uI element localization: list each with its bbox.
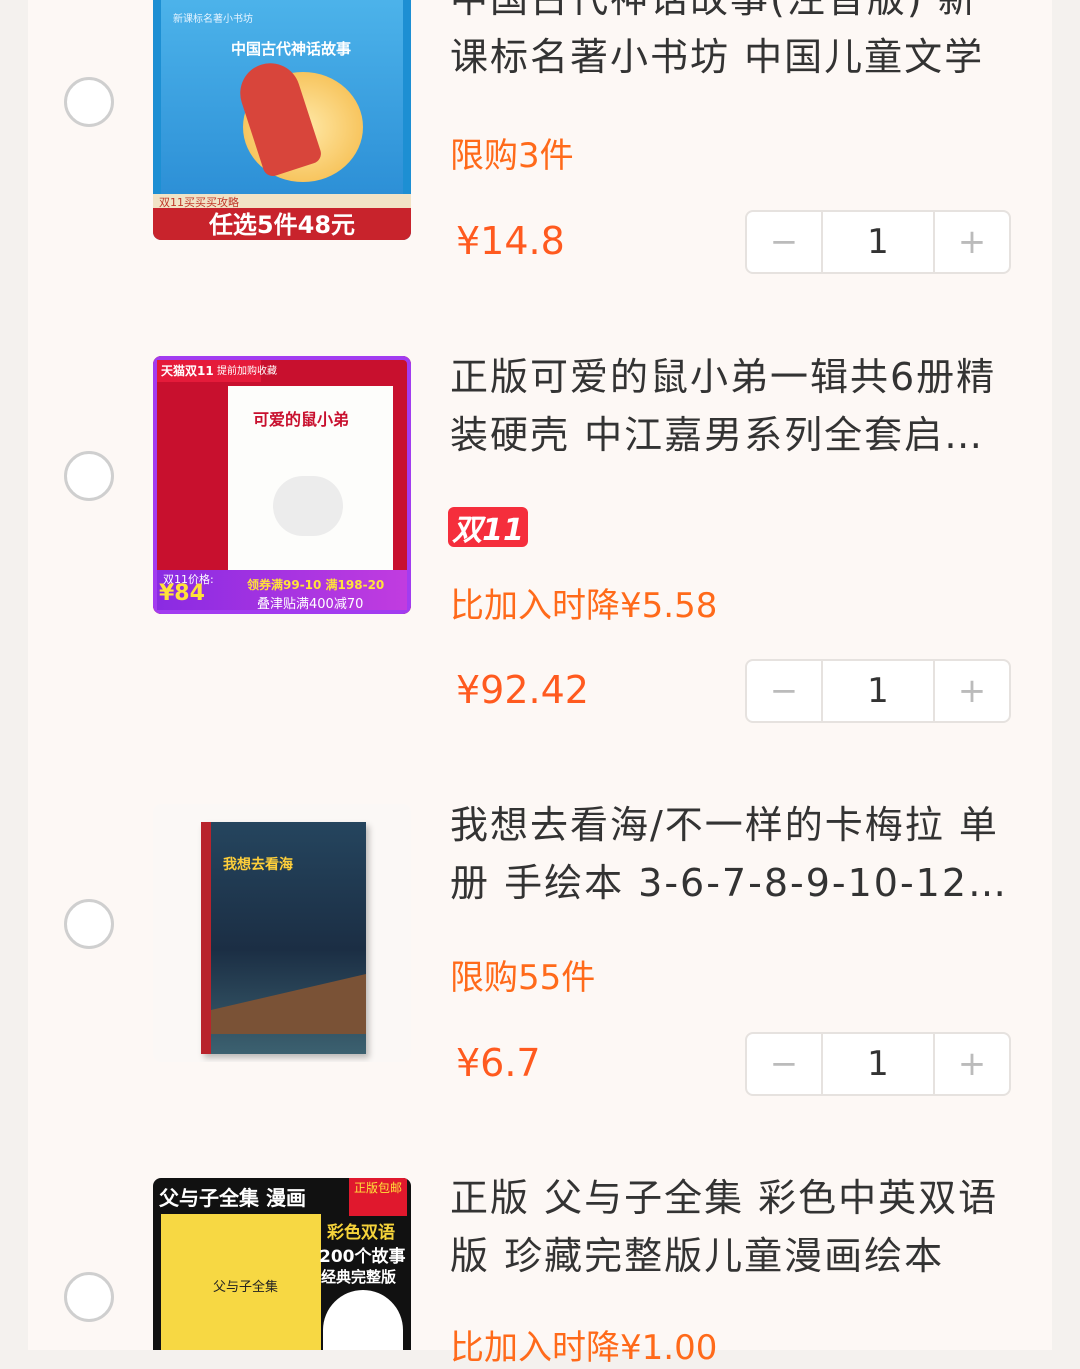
- select-item-checkbox[interactable]: [64, 77, 114, 127]
- increase-quantity-button[interactable]: +: [935, 661, 1009, 721]
- increase-quantity-button[interactable]: +: [935, 212, 1009, 272]
- cover-title: 父与子全集: [213, 1280, 279, 1295]
- product-price: ¥14.8: [456, 219, 565, 263]
- promo-small: 双11买买买攻略: [153, 194, 411, 209]
- select-item-checkbox[interactable]: [64, 1272, 114, 1322]
- cover-title: 中国古代神话故事: [231, 40, 352, 58]
- product-title[interactable]: 正版 父与子全集 彩色中英双语版 珍藏完整版儿童漫画绘本: [450, 1169, 1010, 1285]
- quantity-stepper: − 1 +: [745, 659, 1011, 723]
- product-price: ¥6.7: [456, 1041, 541, 1085]
- corner-label-right: 提前加购收藏: [217, 366, 277, 377]
- thumb-line-1: 彩色双语: [327, 1223, 395, 1243]
- product-price: ¥92.42: [456, 668, 589, 712]
- cover-title: 我想去看海: [223, 857, 293, 873]
- product-thumbnail[interactable]: 天猫双11 提前加购收藏 可爱的鼠小弟 双11价格: ¥84 领券满99-10 …: [153, 356, 411, 614]
- quantity-input[interactable]: 1: [823, 661, 935, 721]
- decrease-quantity-button[interactable]: −: [747, 1034, 823, 1094]
- select-item-checkbox[interactable]: [64, 899, 114, 949]
- cover-illustration-face: [323, 1290, 403, 1350]
- promo-main: 任选5件48元: [153, 208, 411, 240]
- cart-list: 新课标名著小书坊 中国古代神话故事 双11买买买攻略 任选5件48元 中国古代神…: [28, 0, 1052, 1368]
- cover-series: 新课标名著小书坊: [173, 14, 253, 25]
- product-title[interactable]: 中国古代神话故事(注音版) 新课标名著小书坊 中国儿童文学: [450, 0, 1010, 86]
- coupon-text: 领券满99-10 满198-20: [247, 578, 385, 592]
- quantity-stepper: − 1 +: [745, 1032, 1011, 1096]
- corner-badge: 正版包邮: [349, 1178, 407, 1216]
- product-thumbnail[interactable]: 父与子全集 漫画 正版包邮 父与子全集 彩色双语 200个故事 经典完整版: [153, 1178, 411, 1350]
- increase-quantity-button[interactable]: +: [935, 1034, 1009, 1094]
- quantity-input[interactable]: 1: [823, 1034, 935, 1094]
- cover-illustration-mice: [273, 476, 343, 536]
- decrease-quantity-button[interactable]: −: [747, 212, 823, 272]
- double-eleven-badge: 双11: [448, 507, 528, 548]
- quantity-stepper: − 1 +: [745, 210, 1011, 274]
- decrease-quantity-button[interactable]: −: [747, 661, 823, 721]
- price-drop-text: 比加入时降¥1.00: [450, 1328, 718, 1368]
- price-value: ¥84: [159, 581, 205, 606]
- thumb-line-2: 200个故事: [319, 1247, 406, 1267]
- product-title[interactable]: 正版可爱的鼠小弟一辑共6册精装硬壳 中江嘉男系列全套启蒙绘本: [450, 348, 1010, 464]
- coupon-text-2: 叠津贴满400减70: [257, 597, 364, 612]
- quantity-input[interactable]: 1: [823, 212, 935, 272]
- thumb-banner: 父与子全集 漫画: [159, 1186, 306, 1210]
- select-item-checkbox[interactable]: [64, 451, 114, 501]
- cover-title: 可爱的鼠小弟: [253, 410, 350, 429]
- price-drop-text: 比加入时降¥5.58: [450, 586, 718, 626]
- purchase-limit: 限购3件: [450, 136, 574, 176]
- thumb-line-3: 经典完整版: [321, 1268, 397, 1286]
- purchase-limit: 限购55件: [450, 958, 596, 998]
- product-thumbnail[interactable]: 我想去看海: [153, 804, 411, 1062]
- book-spine: [201, 822, 211, 1054]
- product-thumbnail[interactable]: 新课标名著小书坊 中国古代神话故事 双11买买买攻略 任选5件48元: [153, 0, 411, 240]
- product-title[interactable]: 我想去看海/不一样的卡梅拉 单册 手绘本 3-6-7-8-9-10-12岁儿童: [450, 796, 1010, 912]
